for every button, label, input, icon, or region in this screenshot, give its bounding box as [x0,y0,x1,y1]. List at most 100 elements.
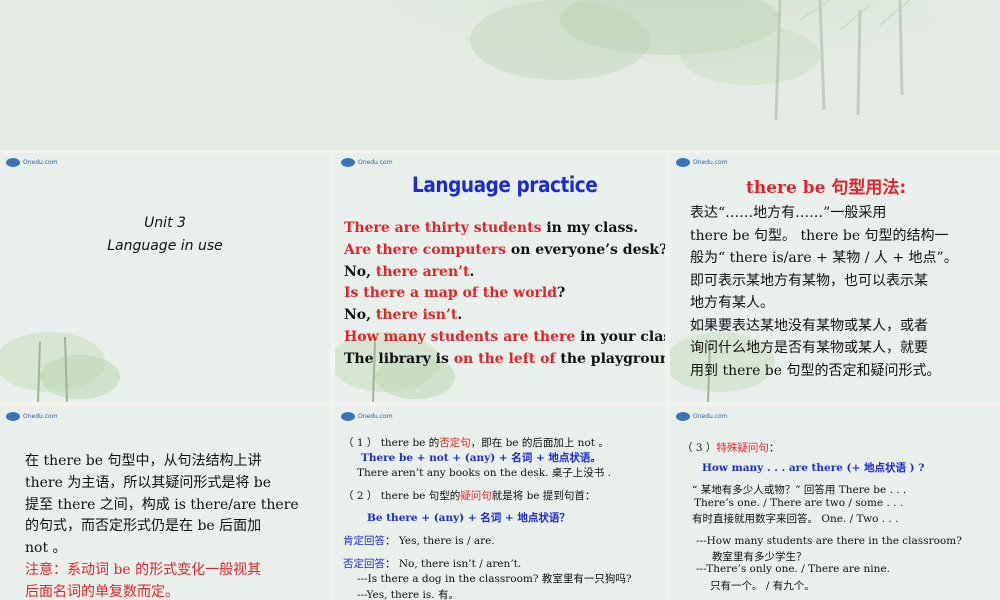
text-run: （ 2 ） there be 句型的 [343,489,461,502]
logo-mark-icon [6,158,20,167]
text-run: 有时直接就用数字来回答。 One. / Two . . . [692,512,899,525]
text-run: ---Yes, there is. 有。 [357,588,459,600]
text-line: （ 1 ） there be 的否定句，即在 be 的后面加上 not 。 [343,435,609,450]
text-run: There’s one. / There are two / some . . … [694,496,904,509]
text-run: ? [557,285,566,302]
text-line: ---Yes, there is. 有。 [357,587,459,600]
text-run: There are thirty students [344,220,542,236]
logo: Onedu.com [341,158,393,167]
slide-there-be-structure: Onedu.com 在 there be 句型中，从句法结构上讲 there 为主… [0,407,330,600]
logo-mark-icon [676,412,690,421]
text-run: . [469,263,475,280]
logo-mark-icon [676,158,690,167]
text-line: 表达“……地方有……”一般采用 [690,205,887,221]
text-run: in my class. [541,220,639,236]
text-line: How many students are there in your clas… [344,329,665,345]
text-run: （ 3 ） [682,442,717,454]
text-line: No, there aren’t. [344,264,474,280]
text-run: ，即在 be 的后面加上 not 。 [470,437,609,449]
logo-text: Onedu.com [23,159,58,166]
text-line: 后面名词的单复数而定。 [25,583,179,600]
text-line: Be there + (any) + 名词 + 地点状语？ [367,510,570,525]
text-run: 教室里有多少学生？ [712,551,807,564]
text-line: ---How many students are there in the cl… [696,535,962,547]
text-run: ： Yes, there is / are. [385,535,495,547]
text-line: 肯定回答： Yes, there is / are. [343,533,495,548]
text-run: there isn’t [375,307,458,324]
text-run: on the left of [453,350,556,367]
text-run: 否定句 [439,437,471,449]
text-run: （ 1 ） there be 的 [343,437,440,449]
slide-there-be-usage: Onedu.com there be 句型用法: 表达“……地方有……”一般采用… [670,153,1000,402]
decorative-banner [0,0,1000,150]
text-run: 就是将 be 提到句首： [491,489,596,502]
text-run: on everyone’s desk? [506,241,665,258]
unit-label: Unit 3 [144,215,186,231]
text-run: ： No, there isn’t / aren’t. [385,558,522,571]
text-run: 只有一个。 / 有九个。 [710,579,815,592]
text-run: “ 某地有多少人或物？” 回答用 There be . . . [692,484,907,497]
logo: Onedu.com [676,412,728,421]
logo-text: Onedu.com [693,159,728,166]
tree-decoration-icon [0,332,120,402]
text-line: there be 句型。 there be 句型的结构一 [690,227,949,244]
logo: Onedu.com [676,158,728,167]
text-line: 如果要表达某地没有某物或某人，或者 [690,317,928,334]
logo: Onedu.com [341,412,393,421]
text-run: No, [344,263,376,280]
text-line: “ 某地有多少人或物？” 回答用 There be . . . [692,482,906,497]
text-run: ： [768,442,780,454]
slide-title-zh: 句型用法: [831,178,907,198]
text-run: . [457,307,463,324]
text-run: there aren’t [375,263,470,280]
text-line: 即可表示某地方有某物，也可以表示某 [690,272,928,289]
logo-mark-icon [341,412,355,421]
logo-text: Onedu.com [693,413,728,420]
text-run: There be + not + (any) + 名词 + 地点状语。 [361,452,601,465]
text-line: There be + not + (any) + 名词 + 地点状语。 [361,450,601,465]
text-run: How many students are there [344,329,576,345]
text-run: How many . . . are there (+ 地点状语 ) ? [702,462,925,475]
tree-illustration [0,0,1000,150]
text-line: 地方有某人。 [690,295,774,311]
text-run: 否定回答 [343,558,385,571]
slide-title: Language practice [412,173,598,197]
logo-mark-icon [6,412,20,421]
text-line: 注意：系动词 be 的形式变化一般视其 [25,562,262,578]
text-line: 只有一个。 / 有九个。 [710,578,815,593]
logo: Onedu.com [6,412,58,421]
text-line: 用到 there be 句型的否定和疑问形式。 [690,362,941,379]
text-line: The library is on the left of the playgr… [344,351,665,367]
slide-title: there be 句型用法: [746,173,906,198]
text-run: ---Is there a dog in the classroom? 教室里有… [357,573,632,586]
text-line: How many . . . are there (+ 地点状语 ) ? [702,460,924,475]
text-line: not 。 [25,540,67,557]
text-line: ---There’s only one. / There are nine. [696,563,890,575]
slide-title-en: there be [746,178,826,198]
slide-negative-question: Onedu.com （ 1 ） there be 的否定句，即在 be 的后面加… [335,407,665,600]
text-line: 询问什么地方是否有某物或某人，就要 [690,340,928,356]
text-line: There are thirty students in my class. [344,220,638,236]
slide-special-question: Onedu.com （ 3 ）特殊疑问句： How many . . . are … [670,407,1000,600]
text-line: No, there isn’t. [344,307,462,323]
text-line: There’s one. / There are two / some . . … [694,497,903,509]
logo-text: Onedu.com [358,413,393,420]
logo-text: Onedu.com [358,159,393,166]
text-line: （ 3 ）特殊疑问句： [682,440,779,455]
text-run: ---There’s only one. / There are nine. [696,563,890,576]
text-line: Is there a map of the world? [344,285,565,301]
text-run: No, [344,307,376,324]
text-run: Are there computers [344,241,507,258]
text-line: 否定回答： No, there isn’t / aren’t. [343,556,521,571]
logo-mark-icon [341,158,355,167]
text-run: The library is [344,350,454,367]
unit-subtitle: Language in use [107,238,223,254]
text-line: 般为“ there is/are + 某物 / 人 + 地点”。 [690,250,958,266]
text-run: Is there a map of the world [344,285,558,302]
text-line: 在 there be 句型中，从句法结构上讲 [25,453,262,469]
text-run: the playground. [560,350,665,367]
slide-language-practice: Onedu.com Language practice There are th… [335,153,665,402]
text-line: 的句式，而否定形式仍是在 be 后面加 [25,518,262,535]
text-line: （ 2 ） there be 句型的疑问句就是将 be 提到句首： [343,488,595,503]
text-line: there 为主语，所以其疑问形式是将 be [25,474,272,491]
